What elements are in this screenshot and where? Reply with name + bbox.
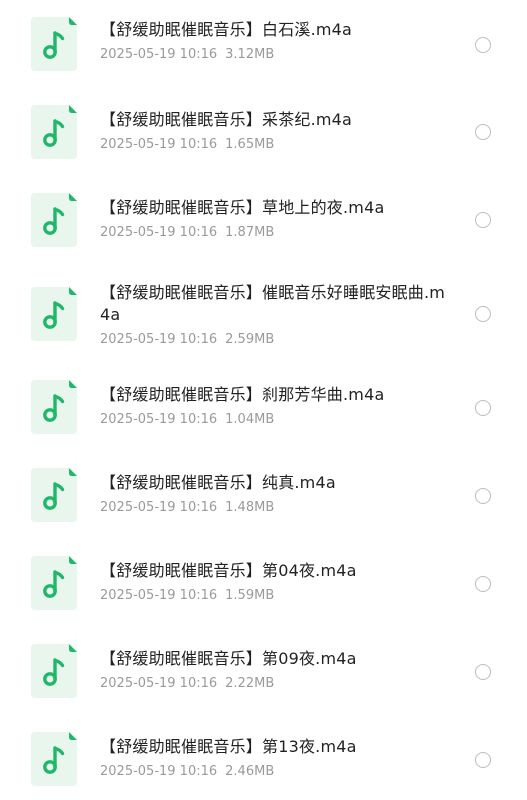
music-file-icon: [31, 380, 77, 434]
file-name: 【舒缓助眠催眠音乐】采茶纪.m4a: [100, 110, 353, 129]
file-name: 【舒缓助眠催眠音乐】催眠音乐好睡眠安眠曲.m4a: [100, 283, 446, 324]
file-date: 2025-05-19 10:16: [100, 588, 218, 603]
file-name: 【舒缓助眠催眠音乐】第09夜.m4a: [100, 649, 357, 668]
select-radio[interactable]: [475, 488, 491, 504]
select-radio[interactable]: [475, 124, 491, 140]
file-info: 【舒缓助眠催眠音乐】催眠音乐好睡眠安眠曲.m4a 2025-05-19 10:1…: [100, 282, 455, 349]
music-file-icon: [31, 287, 77, 341]
select-radio[interactable]: [475, 37, 491, 53]
music-file-icon: [31, 556, 77, 610]
select-radio[interactable]: [475, 400, 491, 416]
list-item[interactable]: 【舒缓助眠催眠音乐】第09夜.m4a 2025-05-19 10:16 2.22M…: [0, 644, 527, 704]
file-meta: 2025-05-19 10:16 3.12MB: [100, 46, 455, 64]
file-meta: 2025-05-19 10:16 1.59MB: [100, 587, 455, 605]
select-radio[interactable]: [475, 306, 491, 322]
file-meta: 2025-05-19 10:16 1.48MB: [100, 499, 455, 517]
file-info: 【舒缓助眠催眠音乐】白石溪.m4a 2025-05-19 10:16 3.12MB: [100, 19, 455, 64]
file-date: 2025-05-19 10:16: [100, 47, 218, 62]
file-meta: 2025-05-19 10:16 1.04MB: [100, 411, 455, 429]
music-file-icon: [31, 105, 77, 159]
file-info: 【舒缓助眠催眠音乐】第04夜.m4a 2025-05-19 10:16 1.59M…: [100, 560, 455, 605]
file-info: 【舒缓助眠催眠音乐】第13夜.m4a 2025-05-19 10:16 2.46M…: [100, 736, 455, 781]
file-meta: 2025-05-19 10:16 2.59MB: [100, 331, 455, 349]
file-date: 2025-05-19 10:16: [100, 332, 218, 347]
music-file-icon: [31, 644, 77, 698]
file-info: 【舒缓助眠催眠音乐】纯真.m4a 2025-05-19 10:16 1.48MB: [100, 472, 455, 517]
select-radio[interactable]: [475, 752, 491, 768]
file-date: 2025-05-19 10:16: [100, 500, 218, 515]
music-file-icon: [31, 17, 77, 71]
file-name: 【舒缓助眠催眠音乐】纯真.m4a: [100, 473, 336, 492]
file-meta: 2025-05-19 10:16 2.22MB: [100, 675, 455, 693]
list-item[interactable]: 【舒缓助眠催眠音乐】第04夜.m4a 2025-05-19 10:16 1.59M…: [0, 556, 527, 616]
file-size: 2.22MB: [225, 676, 275, 691]
file-size: 3.12MB: [225, 47, 275, 62]
file-date: 2025-05-19 10:16: [100, 137, 218, 152]
file-list: 【舒缓助眠催眠音乐】白石溪.m4a 2025-05-19 10:16 3.12MB…: [0, 0, 527, 800]
file-date: 2025-05-19 10:16: [100, 225, 218, 240]
file-meta: 2025-05-19 10:16 2.46MB: [100, 763, 455, 781]
file-size: 2.59MB: [225, 332, 275, 347]
file-size: 1.04MB: [225, 412, 275, 427]
file-size: 1.48MB: [225, 500, 275, 515]
file-name: 【舒缓助眠催眠音乐】第13夜.m4a: [100, 737, 357, 756]
file-info: 【舒缓助眠催眠音乐】刹那芳华曲.m4a 2025-05-19 10:16 1.04…: [100, 384, 455, 429]
file-size: 1.87MB: [225, 225, 275, 240]
file-meta: 2025-05-19 10:16 1.87MB: [100, 224, 455, 242]
music-file-icon: [31, 468, 77, 522]
file-name: 【舒缓助眠催眠音乐】刹那芳华曲.m4a: [100, 385, 385, 404]
select-radio[interactable]: [475, 212, 491, 228]
file-info: 【舒缓助眠催眠音乐】草地上的夜.m4a 2025-05-19 10:16 1.87…: [100, 197, 455, 242]
list-item[interactable]: 【舒缓助眠催眠音乐】白石溪.m4a 2025-05-19 10:16 3.12MB: [0, 17, 527, 77]
file-name: 【舒缓助眠催眠音乐】白石溪.m4a: [100, 20, 353, 39]
list-item[interactable]: 【舒缓助眠催眠音乐】第13夜.m4a 2025-05-19 10:16 2.46M…: [0, 732, 527, 792]
select-radio[interactable]: [475, 576, 491, 592]
file-date: 2025-05-19 10:16: [100, 412, 218, 427]
list-item[interactable]: 【舒缓助眠催眠音乐】草地上的夜.m4a 2025-05-19 10:16 1.87…: [0, 193, 527, 253]
file-size: 1.65MB: [225, 137, 275, 152]
file-meta: 2025-05-19 10:16 1.65MB: [100, 136, 455, 154]
file-size: 1.59MB: [225, 588, 275, 603]
file-date: 2025-05-19 10:16: [100, 764, 218, 779]
select-radio[interactable]: [475, 664, 491, 680]
list-item[interactable]: 【舒缓助眠催眠音乐】刹那芳华曲.m4a 2025-05-19 10:16 1.04…: [0, 380, 527, 440]
list-item[interactable]: 【舒缓助眠催眠音乐】采茶纪.m4a 2025-05-19 10:16 1.65MB: [0, 105, 527, 165]
file-name: 【舒缓助眠催眠音乐】第04夜.m4a: [100, 561, 357, 580]
file-info: 【舒缓助眠催眠音乐】第09夜.m4a 2025-05-19 10:16 2.22M…: [100, 648, 455, 693]
file-info: 【舒缓助眠催眠音乐】采茶纪.m4a 2025-05-19 10:16 1.65MB: [100, 109, 455, 154]
music-file-icon: [31, 193, 77, 247]
file-size: 2.46MB: [225, 764, 275, 779]
music-file-icon: [31, 732, 77, 786]
list-item[interactable]: 【舒缓助眠催眠音乐】催眠音乐好睡眠安眠曲.m4a 2025-05-19 10:1…: [0, 282, 527, 352]
file-date: 2025-05-19 10:16: [100, 676, 218, 691]
file-name: 【舒缓助眠催眠音乐】草地上的夜.m4a: [100, 198, 385, 217]
list-item[interactable]: 【舒缓助眠催眠音乐】纯真.m4a 2025-05-19 10:16 1.48MB: [0, 468, 527, 528]
